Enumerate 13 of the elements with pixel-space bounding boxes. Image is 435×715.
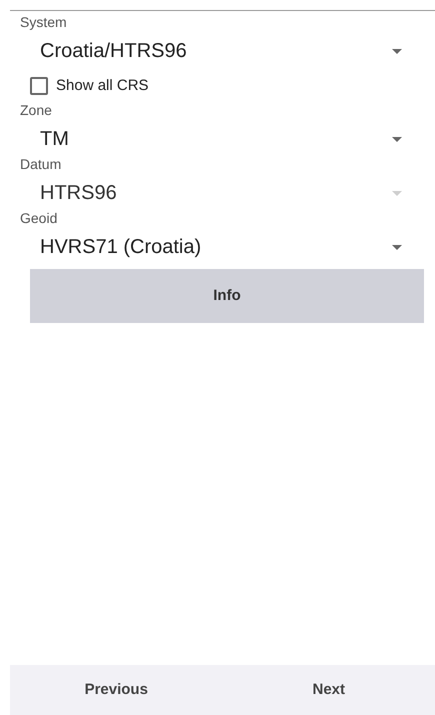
caret-icon [392, 190, 402, 196]
dropdown[interactable]: HVRS71 (Croatia) [20, 227, 424, 267]
caret-icon [392, 48, 402, 54]
field-label: System [20, 13, 67, 31]
checkbox[interactable] [30, 77, 48, 95]
caret-icon [392, 244, 402, 250]
info-button[interactable]: Info [30, 269, 424, 323]
field-label: Zone [20, 101, 52, 119]
dropdown[interactable]: Croatia/HTRS96 [20, 31, 424, 71]
previous-button[interactable]: Previous [10, 665, 222, 715]
checkbox-label: Show all CRS [56, 76, 149, 96]
next-button[interactable]: Next [222, 665, 435, 715]
caret-icon [392, 136, 402, 142]
